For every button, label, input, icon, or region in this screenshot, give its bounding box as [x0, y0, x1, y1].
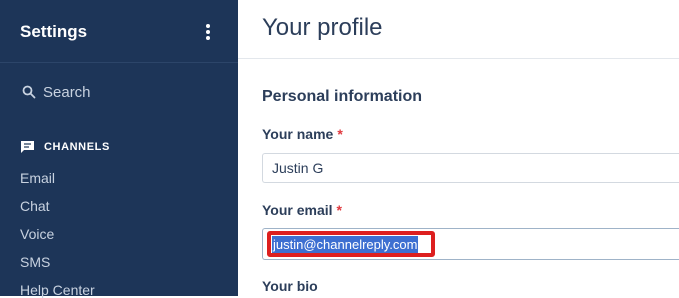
page-title: Your profile	[262, 14, 383, 41]
sidebar-title: Settings	[20, 22, 88, 41]
search-icon	[22, 85, 36, 99]
sidebar-item-voice[interactable]: Voice	[20, 226, 54, 242]
email-field-label: Your email *	[262, 202, 342, 218]
required-marker: *	[337, 126, 343, 142]
sidebar-header: Settings	[0, 0, 238, 63]
profile-main: Your profile Personal information Your n…	[238, 0, 679, 296]
name-field[interactable]: Justin G	[262, 153, 679, 183]
required-marker: *	[336, 202, 342, 218]
sidebar-item-chat[interactable]: Chat	[20, 198, 50, 214]
email-label-text: Your email	[262, 202, 333, 218]
settings-sidebar: Settings Search CHANNELS Email Chat Voic…	[0, 0, 238, 298]
channels-section-header: CHANNELS	[20, 140, 110, 154]
sidebar-item-email[interactable]: Email	[20, 170, 55, 186]
sidebar-search[interactable]: Search	[22, 82, 91, 102]
search-label: Search	[43, 83, 91, 101]
name-label-text: Your name	[262, 126, 334, 142]
main-header: Your profile	[238, 0, 679, 59]
email-field-wrapper: justin@channelreply.com	[262, 228, 679, 260]
chat-bubble-icon	[21, 141, 34, 153]
channels-section-label: CHANNELS	[44, 141, 110, 153]
name-field-label: Your name *	[262, 126, 343, 142]
more-options-icon[interactable]	[203, 24, 213, 42]
bio-field-label: Your bio	[262, 278, 318, 294]
sidebar-item-sms[interactable]: SMS	[20, 254, 50, 270]
email-selected-text[interactable]: justin@channelreply.com	[272, 236, 419, 253]
personal-info-heading: Personal information	[262, 88, 423, 105]
